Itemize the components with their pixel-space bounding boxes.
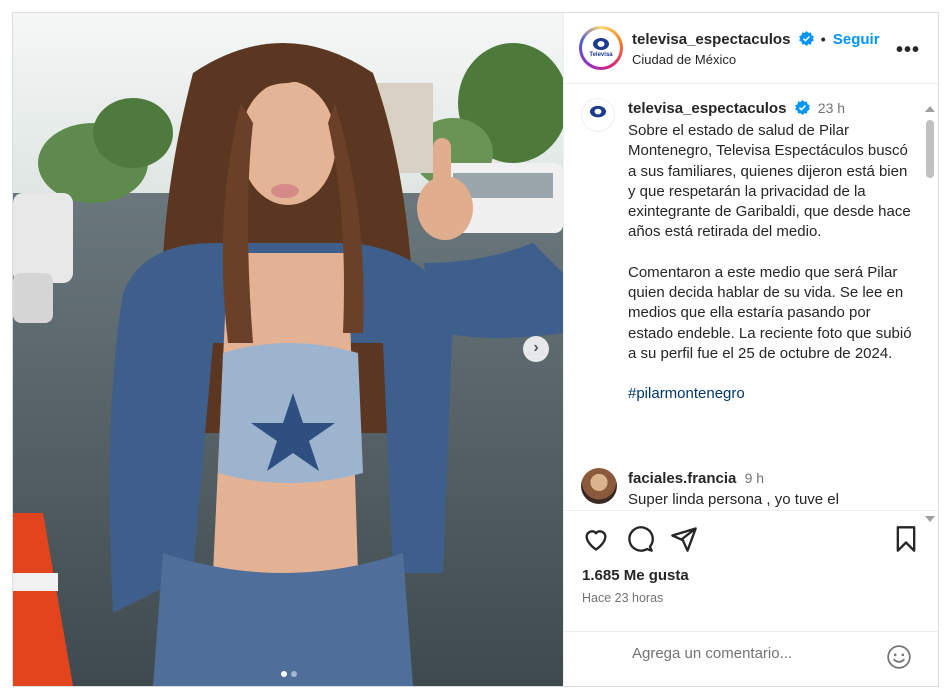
comment-bubble-icon[interactable]	[626, 525, 654, 553]
caption-avatar[interactable]	[581, 98, 615, 132]
carousel-dot	[281, 671, 287, 677]
comment-text: Super linda persona , yo tuve el	[628, 491, 839, 508]
post-media[interactable]: ›	[13, 13, 563, 686]
comment-time[interactable]: 9 h	[745, 470, 764, 486]
caption-author: televisa_espectaculos 23 h	[628, 100, 845, 117]
comment-input[interactable]: Agrega un comentario...	[632, 645, 792, 662]
post-photo	[13, 43, 563, 686]
save-bookmark-icon[interactable]	[892, 525, 920, 553]
author-avatar[interactable]: Televisa	[579, 26, 623, 70]
caption-time[interactable]: 23 h	[818, 100, 845, 116]
post-timestamp: Hace 23 horas	[582, 591, 664, 605]
separator-dot: •	[820, 31, 826, 47]
author-username[interactable]: televisa_espectaculos	[632, 31, 790, 48]
like-heart-icon[interactable]	[582, 525, 610, 553]
scrollbar-thumb[interactable]	[926, 120, 934, 178]
comments-scroll-area[interactable]: televisa_espectaculos 23 h Sobre el esta…	[564, 84, 922, 510]
emoji-icon[interactable]	[886, 644, 912, 670]
next-slide-button[interactable]: ›	[523, 336, 549, 362]
author-line: televisa_espectaculos • Seguir	[632, 31, 880, 48]
post-details-panel: Televisa televisa_espectaculos • Seguir …	[563, 13, 938, 686]
post-actions: 1.685 Me gusta Hace 23 horas Agrega un c…	[564, 510, 938, 686]
scrollbar[interactable]	[922, 106, 938, 522]
televisa-logo-icon: Televisa	[588, 38, 614, 58]
share-send-icon[interactable]	[670, 525, 698, 553]
commenter-avatar[interactable]	[581, 468, 617, 504]
carousel-indicator	[279, 664, 299, 682]
caption-username[interactable]: televisa_espectaculos	[628, 100, 786, 117]
hashtag-link[interactable]: #pilarmontenegro	[628, 385, 745, 402]
comment-username[interactable]: faciales.francia	[628, 470, 736, 487]
logo-text: Televisa	[589, 52, 613, 58]
caption-paragraph: Comentaron a este medio que será Pilar q…	[628, 263, 912, 362]
avatar-inner: Televisa	[582, 29, 620, 67]
post-header: Televisa televisa_espectaculos • Seguir …	[564, 13, 938, 84]
post-modal: › Televisa televisa_espectaculos • Segui…	[12, 12, 939, 687]
post-location[interactable]: Ciudad de México	[632, 52, 736, 67]
like-count[interactable]: 1.685 Me gusta	[582, 567, 689, 584]
more-options-button[interactable]: •••	[896, 39, 920, 62]
comment-author: faciales.francia 9 h	[628, 470, 764, 487]
carousel-dot	[291, 671, 297, 677]
comment-composer: Agrega un comentario...	[564, 631, 938, 687]
scroll-up-arrow-icon[interactable]	[925, 106, 935, 112]
caption-text: Sobre el estado de salud de Pilar Monten…	[628, 121, 913, 425]
caption-paragraph: Sobre el estado de salud de Pilar Monten…	[628, 122, 911, 241]
televisa-logo-icon	[590, 105, 606, 118]
verified-badge-icon	[794, 100, 810, 115]
follow-button[interactable]: Seguir	[833, 31, 880, 48]
verified-badge-icon	[798, 31, 814, 46]
